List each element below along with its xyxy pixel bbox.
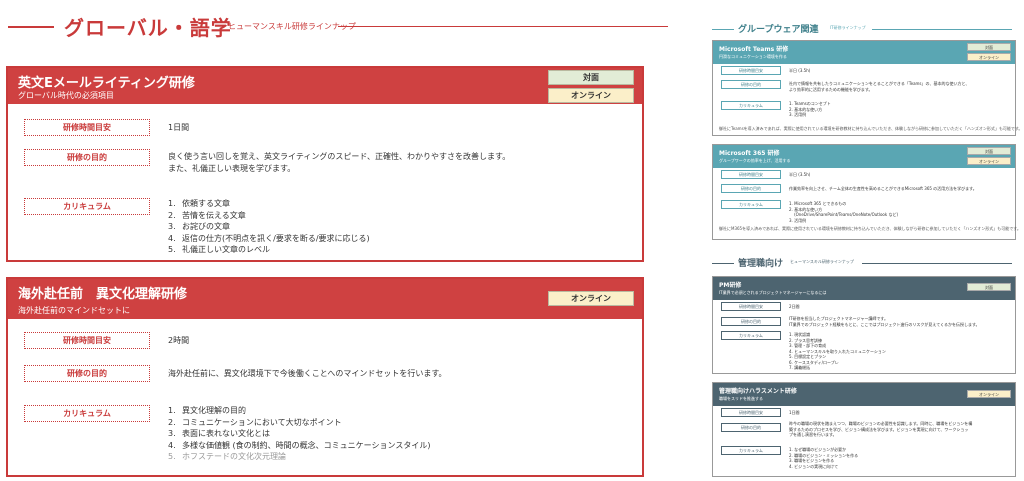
- badge-online: オンライン: [967, 53, 1011, 61]
- curriculum-item: 1. 依頼する文章: [168, 199, 230, 208]
- badge-in-person: 対面: [967, 43, 1011, 51]
- curriculum-item: 4. 返信の仕方(不明点を訊く/要求を断る/要求に応じる): [168, 233, 370, 243]
- card-note: 御社にM365を導入済みであれば、実際に使用されている環境を研修教材に持ち込んで…: [719, 226, 1021, 231]
- label-curriculum: カリキュラム: [721, 200, 781, 209]
- curriculum-item: 3. お詫びの文章: [168, 222, 230, 231]
- card-subtitle: 職場をスリドを推進する: [719, 396, 763, 401]
- card-header: Microsoft 365 研修 グループワークの効率を上げ、活用する 対面 オ…: [713, 145, 1015, 168]
- course-title: 英文Eメールライティング研修: [18, 76, 195, 91]
- header-rule-right: [338, 26, 668, 27]
- section-header: グローバル・語学 ヒューマンスキル研修ラインナップ: [8, 12, 668, 42]
- curriculum-item: 5. ホフステードの文化次元理論: [168, 452, 286, 461]
- value-duration: 1日間: [168, 123, 190, 132]
- value-purpose: 昨今の職場の現状を踏まえつつ、職場のビジョンの必要性を認識します。同時に、職場を…: [789, 421, 973, 437]
- curriculum-item: 2. コミュニケーションにおいて大切なポイント: [168, 417, 342, 427]
- value-curriculum: 1. Teamsのコンセプト 2. 基本的な使い方 3. 活用例: [789, 101, 831, 117]
- course-title: 海外赴任前 異文化理解研修: [18, 287, 188, 302]
- card-subtitle: IT業界で必須とされるプロジェクトマネージャーになるには: [719, 290, 827, 295]
- badge-in-person: 対面: [967, 283, 1011, 291]
- card-header: PM研修 IT業界で必須とされるプロジェクトマネージャーになるには 対面: [713, 277, 1015, 300]
- label-curriculum: カリキュラム: [24, 198, 150, 215]
- label-duration: 研修時間目安: [24, 332, 150, 349]
- value-purpose: 海外赴任前に、異文化環境下で今後働くことへのマインドセットを行います。: [168, 368, 447, 380]
- value-duration: 2時間: [168, 336, 190, 345]
- m365-card: Microsoft 365 研修 グループワークの効率を上げ、活用する 対面 オ…: [712, 144, 1021, 240]
- header-rule-right: [862, 263, 1012, 264]
- header-rule-right: [872, 29, 1012, 30]
- label-curriculum: カリキュラム: [24, 405, 150, 422]
- label-purpose: 研修の目的: [24, 365, 150, 382]
- curriculum-item: 3. 表面に表れない文化とは: [168, 429, 270, 438]
- page-subtitle: ヒューマンスキル研修ラインナップ: [228, 22, 356, 31]
- value-purpose: 社内で情報を共有したりコミュニケーションをとることができる「Teams」の、基本…: [789, 81, 970, 92]
- label-duration: 研修時間目安: [24, 119, 150, 136]
- label-purpose: 研修の目的: [24, 149, 150, 166]
- badge-in-person: 対面: [548, 70, 634, 85]
- value-curriculum: 1. 現状認識 2. プラス思考訓練 3. 管理・部下の育成 4. ヒューマンス…: [789, 332, 886, 370]
- course-subtitle: グローバル時代の必須項目: [18, 91, 114, 100]
- value-curriculum: 1. 異文化理解の目的 2. コミュニケーションにおいて大切なポイント 3. 表面に表…: [168, 405, 430, 463]
- course-card-email: 英文Eメールライティング研修 グローバル時代の必須項目 対面 オンライン 研修時…: [6, 66, 644, 262]
- label-curriculum: カリキュラム: [721, 331, 781, 340]
- header-rule-left: [8, 26, 54, 28]
- course-subtitle: 海外赴任前のマインドセットに: [18, 306, 130, 315]
- card-title: Microsoft Teams 研修: [719, 46, 789, 53]
- value-duration: 半日 (3.5h): [789, 68, 811, 73]
- pm-card: PM研修 IT業界で必須とされるプロジェクトマネージャーになるには 対面 研修時…: [712, 276, 1016, 374]
- curriculum-item: 1. 異文化理解の目的: [168, 406, 246, 415]
- management-subtitle: ヒューマンスキル研修ラインナップ: [790, 259, 854, 264]
- course-header: 英文Eメールライティング研修 グローバル時代の必須項目 対面 オンライン: [8, 68, 642, 104]
- label-duration: 研修時間目安: [721, 170, 781, 179]
- management-title: 管理職向け: [738, 259, 784, 269]
- course-header: 海外赴任前 異文化理解研修 海外赴任前のマインドセットに オンライン: [8, 279, 642, 319]
- label-purpose: 研修の目的: [721, 80, 781, 89]
- label-duration: 研修時間目安: [721, 302, 781, 311]
- label-purpose: 研修の目的: [721, 423, 781, 432]
- curriculum-item: 2. 苦情を伝える文章: [168, 210, 246, 220]
- card-subtitle: 円滑なコミュニケーション環境を作る: [719, 54, 787, 59]
- purpose-line: 良く使う言い回しを覚え、英文ライティングのスピード、正確性、わかりやすさを改善し…: [168, 152, 511, 161]
- groupware-header: グループウェア関連 IT研修ラインナップ: [712, 22, 1012, 36]
- label-curriculum: カリキュラム: [721, 101, 781, 110]
- value-curriculum: 1. 依頼する文章 2. 苦情を伝える文章 3. お詫びの文章 4. 返信の仕方(不明点…: [168, 198, 370, 256]
- value-purpose: 良く使う言い回しを覚え、英文ライティングのスピード、正確性、わかりやすさを改善し…: [168, 151, 510, 174]
- card-subtitle: グループワークの効率を上げ、活用する: [719, 158, 791, 163]
- card-header: Microsoft Teams 研修 円滑なコミュニケーション環境を作る 対面 …: [713, 41, 1015, 64]
- label-purpose: 研修の目的: [721, 317, 781, 326]
- card-title: 管理職向けハラスメント研修: [719, 388, 797, 395]
- badge-online: オンライン: [967, 390, 1011, 398]
- card-note: 御社にTeamsを導入済みであれば、実際に使用されている環境を研修教材に持ち込ん…: [719, 126, 1023, 131]
- curriculum-item: 4. 多様な価値観 (食の制約、時間の概念、コミュニケーションスタイル): [168, 440, 431, 450]
- value-duration: 2日間: [789, 304, 800, 309]
- label-purpose: 研修の目的: [721, 184, 781, 193]
- label-duration: 研修時間目安: [721, 408, 781, 417]
- label-curriculum: カリキュラム: [721, 446, 781, 455]
- badge-online: オンライン: [967, 157, 1011, 165]
- harassment-card: 管理職向けハラスメント研修 職場をスリドを推進する オンライン 研修時間目安 1…: [712, 382, 1016, 477]
- header-rule-left: [712, 29, 734, 30]
- value-purpose: IT研修を担当したプロジェクトマネージャー講師です。 IT業界でのプロジェクト経…: [789, 316, 980, 327]
- purpose-line: 海外赴任前に、異文化環境下で今後働くことへのマインドセットを行います。: [168, 369, 447, 378]
- purpose-line: また、礼儀正しい表現を学びます。: [168, 163, 296, 173]
- groupware-subtitle: IT研修ラインナップ: [830, 25, 866, 30]
- value-duration: 半日 (3.5h): [789, 172, 811, 177]
- badge-online: オンライン: [548, 88, 634, 103]
- course-card-cross-culture: 海外赴任前 異文化理解研修 海外赴任前のマインドセットに オンライン 研修時間目…: [6, 277, 644, 477]
- teams-card: Microsoft Teams 研修 円滑なコミュニケーション環境を作る 対面 …: [712, 40, 1022, 136]
- curriculum-item: 5. 礼儀正しい文章のレベル: [168, 245, 270, 254]
- management-header: 管理職向け ヒューマンスキル研修ラインナップ: [712, 256, 1012, 270]
- card-title: Microsoft 365 研修: [719, 150, 780, 157]
- value-curriculum: 1. なぜ職場のビジョンが必要か 2. 職場のビジョン・ミッションを作る 3. …: [789, 447, 859, 469]
- label-duration: 研修時間目安: [721, 66, 781, 75]
- value-curriculum: 1. Microsoft 365 とできるもの 2. 基本的な使い方 (OneD…: [789, 201, 899, 223]
- card-title: PM研修: [719, 282, 742, 289]
- badge-in-person: 対面: [967, 147, 1011, 155]
- value-duration: 1日間: [789, 410, 800, 415]
- page-title: グローバル・語学: [64, 16, 232, 40]
- groupware-title: グループウェア関連: [738, 25, 819, 35]
- value-purpose: 作業効率を向上させ、チーム全体の生産性を高めることができるMicrosoft 3…: [789, 186, 977, 191]
- card-header: 管理職向けハラスメント研修 職場をスリドを推進する オンライン: [713, 383, 1015, 406]
- header-rule-left: [712, 263, 734, 264]
- badge-online: オンライン: [548, 291, 634, 306]
